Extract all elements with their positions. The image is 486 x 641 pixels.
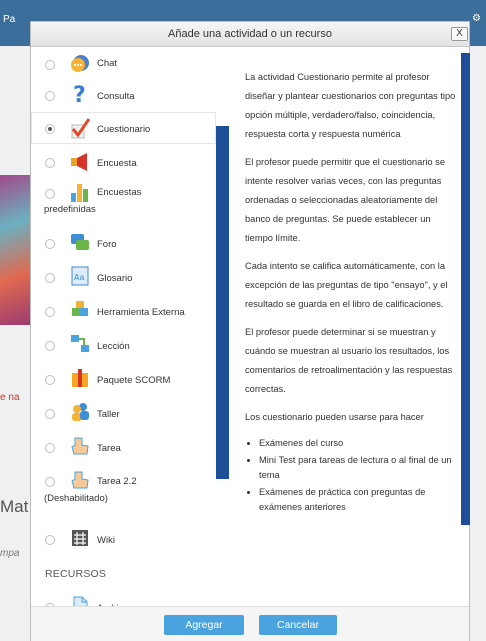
radio-chat[interactable] bbox=[45, 60, 55, 70]
workshop-people-icon bbox=[72, 403, 89, 421]
option-label: Cuestionario bbox=[97, 124, 151, 135]
description-paragraph: El profesor puede determinar si se muest… bbox=[245, 327, 453, 394]
option-label: Foro bbox=[97, 239, 117, 250]
question-icon: ? bbox=[73, 83, 86, 105]
option-label: Taller bbox=[97, 409, 120, 420]
option-leccion[interactable]: Lección bbox=[31, 329, 216, 361]
radio-tarea-2-2[interactable] bbox=[45, 477, 55, 487]
option-encuestas-predefinidas[interactable]: Encuestas predefinidas bbox=[31, 178, 216, 226]
close-button[interactable]: X bbox=[451, 27, 468, 41]
option-label: Glosario bbox=[97, 273, 133, 284]
puzzle-icon bbox=[72, 301, 88, 316]
radio-consulta[interactable] bbox=[45, 91, 55, 101]
dialog-footer: Agregar Cancelar bbox=[31, 606, 469, 641]
option-encuesta[interactable]: Encuesta bbox=[31, 147, 216, 177]
svg-text:Aa: Aa bbox=[74, 273, 84, 282]
dialog-header: Añade una actividad o un recurso X bbox=[31, 22, 469, 47]
description-bullet: Exámenes del curso bbox=[259, 436, 460, 451]
option-label-continued: (Deshabilitado) bbox=[44, 493, 108, 504]
radio-foro[interactable] bbox=[45, 239, 55, 249]
add-activity-dialog: Añade una actividad o un recurso X Chat … bbox=[30, 21, 470, 641]
option-paquete-scorm[interactable]: Paquete SCORM bbox=[31, 363, 216, 395]
resources-heading: RECURSOS bbox=[45, 568, 107, 580]
page-header-fragment[interactable]: Pa bbox=[3, 14, 15, 25]
radio-encuestas-predefinidas[interactable] bbox=[45, 189, 55, 199]
radio-wiki[interactable] bbox=[45, 535, 55, 545]
list-scrollbar[interactable] bbox=[216, 126, 229, 479]
description-paragraph: Cada intento se califica automáticamente… bbox=[245, 261, 448, 309]
page-link-fragment[interactable]: e na bbox=[0, 392, 19, 403]
radio-glosario[interactable] bbox=[45, 273, 55, 283]
lesson-icon bbox=[71, 335, 89, 352]
radio-paquete-scorm[interactable] bbox=[45, 375, 55, 385]
option-label: Chat bbox=[97, 58, 118, 69]
description-scrollbar[interactable] bbox=[461, 53, 470, 525]
option-label: Wiki bbox=[97, 535, 115, 546]
option-taller[interactable]: Taller bbox=[31, 397, 216, 429]
bar-chart-icon bbox=[71, 184, 88, 202]
description-bullet: Mini Test para tareas de lectura o al fi… bbox=[259, 453, 460, 483]
option-wiki[interactable]: Wiki bbox=[31, 523, 216, 555]
assignment-hand-icon bbox=[71, 471, 89, 489]
description-bullet: Exámenes de práctica con preguntas de ex… bbox=[259, 485, 460, 515]
option-label: Lección bbox=[97, 341, 130, 352]
radio-leccion[interactable] bbox=[45, 341, 55, 351]
page-heading-fragment: Mat bbox=[0, 497, 29, 516]
page-right-area bbox=[470, 46, 486, 641]
option-label: Tarea 2.2 bbox=[97, 476, 137, 487]
add-button[interactable]: Agregar bbox=[164, 615, 244, 635]
assignment-hand-icon bbox=[71, 437, 89, 455]
chat-icon bbox=[71, 55, 89, 72]
description-paragraph: El profesor puede permitir que el cuesti… bbox=[245, 157, 445, 243]
radio-tarea[interactable] bbox=[45, 443, 55, 453]
option-label-continued: predefinidas bbox=[44, 204, 96, 215]
option-glosario[interactable]: Aa Glosario bbox=[31, 261, 216, 293]
course-image bbox=[0, 175, 30, 325]
option-label: Encuesta bbox=[97, 158, 137, 169]
dialog-title: Añade una actividad o un recurso bbox=[168, 28, 332, 40]
option-cuestionario[interactable]: Cuestionario bbox=[31, 112, 216, 144]
option-tarea[interactable]: Tarea bbox=[31, 431, 216, 463]
radio-cuestionario[interactable] bbox=[45, 124, 55, 134]
option-label: Paquete SCORM bbox=[97, 375, 171, 386]
svg-text:?: ? bbox=[73, 83, 86, 105]
option-label: Herramienta Externa bbox=[97, 307, 185, 318]
description-bullets: Exámenes del curso Mini Test para tareas… bbox=[245, 436, 460, 515]
activity-list: Chat ? Consulta Cuestionario Encuesta En… bbox=[31, 47, 216, 620]
radio-encuesta[interactable] bbox=[45, 158, 55, 168]
glossary-icon: Aa bbox=[71, 266, 89, 286]
radio-taller[interactable] bbox=[45, 409, 55, 419]
scorm-package-icon bbox=[72, 369, 88, 387]
option-consulta[interactable]: ? Consulta bbox=[31, 80, 216, 110]
option-chat[interactable]: Chat bbox=[31, 49, 216, 79]
option-foro[interactable]: Foro bbox=[31, 227, 216, 259]
option-label: Consulta bbox=[97, 91, 135, 102]
wiki-icon bbox=[72, 530, 88, 546]
option-tarea-2-2[interactable]: Tarea 2.2 (Deshabilitado) bbox=[31, 465, 216, 515]
description-paragraph: Los cuestionario pueden usarse para hace… bbox=[245, 412, 424, 422]
activity-description: La actividad Cuestionario permite al pro… bbox=[245, 68, 460, 517]
forum-icon bbox=[71, 234, 89, 250]
option-label: Tarea bbox=[97, 443, 121, 454]
description-paragraph: La actividad Cuestionario permite al pro… bbox=[245, 72, 456, 139]
cancel-button[interactable]: Cancelar bbox=[259, 615, 337, 635]
gear-icon[interactable]: ⚙ bbox=[472, 13, 481, 24]
radio-herramienta-externa[interactable] bbox=[45, 307, 55, 317]
megaphone-icon bbox=[71, 153, 87, 171]
option-herramienta-externa[interactable]: Herramienta Externa bbox=[31, 295, 216, 327]
page-text-fragment: mpa bbox=[0, 548, 20, 559]
quiz-checkmark-icon bbox=[71, 118, 91, 139]
option-label: Encuestas bbox=[97, 187, 142, 198]
